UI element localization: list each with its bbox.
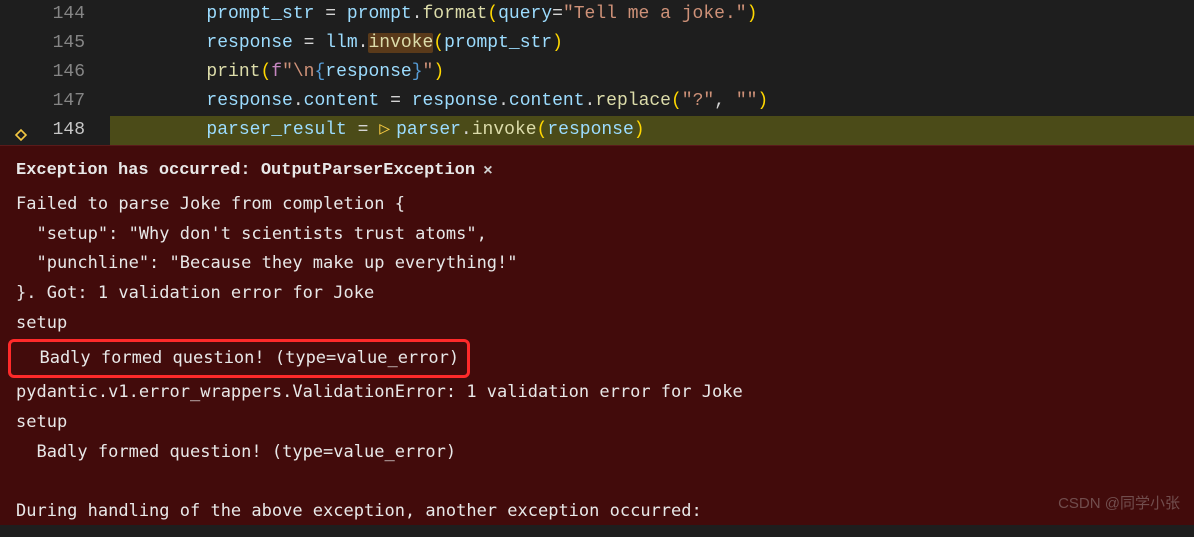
code-line[interactable]: prompt_str = prompt.format(query="Tell m… [110,0,1194,29]
exception-line: During handling of the above exception, … [16,497,1178,527]
breakpoint-icon[interactable] [14,124,28,138]
exception-line: Failed to parse Joke from completion { [16,190,1178,220]
watermark: CSDN @同学小张 [1058,491,1180,517]
code-editor: 144145146147148 prompt_str = prompt.form… [0,0,1194,145]
close-icon[interactable]: × [483,157,493,185]
exception-line: "punchline": "Because they make up every… [16,249,1178,279]
code-line[interactable]: parser_result = ▷parser.invoke(response) [110,116,1194,145]
exception-line: setup [16,309,1178,339]
code-line[interactable]: print(f"\n{response}") [110,58,1194,87]
line-number: 145 [0,29,85,58]
code-line[interactable]: response = llm.invoke(prompt_str) [110,29,1194,58]
line-number: 147 [0,87,85,116]
exception-body: Failed to parse Joke from completion { "… [16,190,1178,527]
exception-line: Badly formed question! (type=value_error… [16,438,1178,468]
code-line[interactable]: response.content = response.content.repl… [110,87,1194,116]
line-number: 144 [0,0,85,29]
exception-title: Exception has occurred: OutputParserExce… [16,156,475,186]
exception-line: "setup": "Why don't scientists trust ato… [16,220,1178,250]
exception-line: pydantic.v1.error_wrappers.ValidationErr… [16,378,1178,408]
exception-header: Exception has occurred: OutputParserExce… [16,156,1178,186]
code-area[interactable]: prompt_str = prompt.format(query="Tell m… [110,0,1194,145]
exception-panel: Exception has occurred: OutputParserExce… [0,145,1194,525]
highlighted-error: Badly formed question! (type=value_error… [8,339,470,379]
exception-line: Badly formed question! (type=value_error… [16,339,1178,379]
exception-line: setup [16,408,1178,438]
line-gutter: 144145146147148 [0,0,110,145]
line-number: 148 [0,116,85,145]
exception-line [16,468,1178,498]
line-number: 146 [0,58,85,87]
exception-line: }. Got: 1 validation error for Joke [16,279,1178,309]
